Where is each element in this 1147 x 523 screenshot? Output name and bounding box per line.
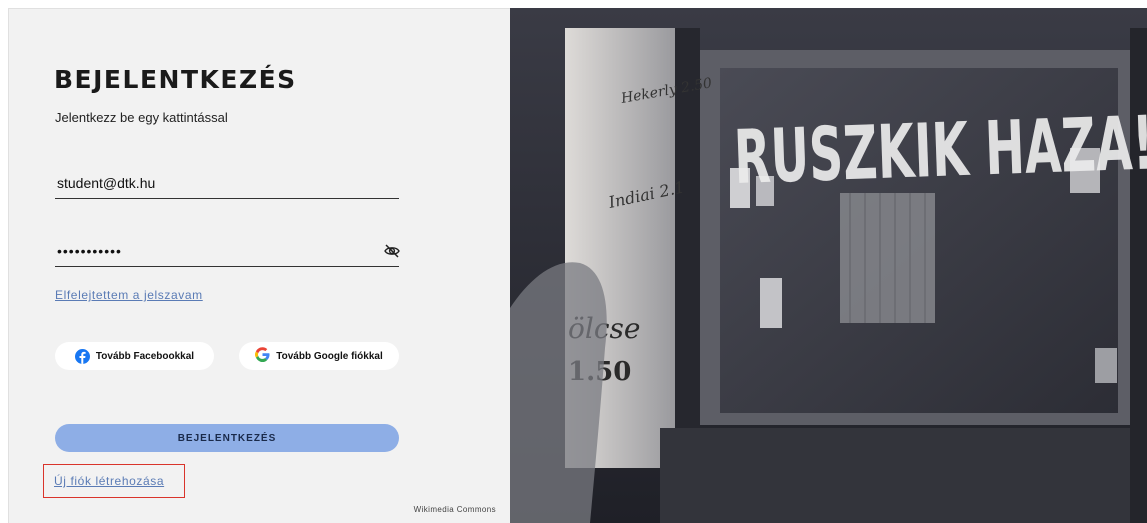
login-button[interactable]: BEJELENTKEZÉS [55,424,399,452]
hero-photo: Hekerly 2.50 Indiai 2.1 ölcse 1.50 RUSZK… [510,8,1147,523]
notice-3 [760,278,782,328]
lower-wall [660,428,1147,523]
eye-slash-icon[interactable] [383,242,401,260]
email-field[interactable] [55,167,399,199]
graffiti-text: RUSZKIK HAZA! [733,100,1147,201]
google-login-button[interactable]: Tovább Google fiókkal [239,342,399,370]
create-account-highlight: Új fiók létrehozása [43,464,185,498]
facebook-login-button[interactable]: Tovább Facebookkal [55,342,214,370]
facebook-icon [74,348,90,364]
passerby-silhouette [510,262,607,523]
password-field[interactable] [55,235,399,267]
window-blind [840,193,935,323]
google-icon [255,347,270,365]
page-title: BEJELENTKEZÉS [54,65,297,94]
image-credit: Wikimedia Commons [413,505,496,514]
google-login-label: Tovább Google fiókkal [276,350,383,362]
forgot-password-link[interactable]: Elfelejtettem a jelszavam [55,288,203,302]
facebook-login-label: Tovább Facebookkal [95,350,195,362]
notice-5 [1095,348,1117,383]
login-panel: BEJELENTKEZÉS Jelentkezz be egy kattintá… [8,8,510,523]
page-subtitle: Jelentkezz be egy kattintással [55,110,228,125]
create-account-link[interactable]: Új fiók létrehozása [54,474,164,488]
